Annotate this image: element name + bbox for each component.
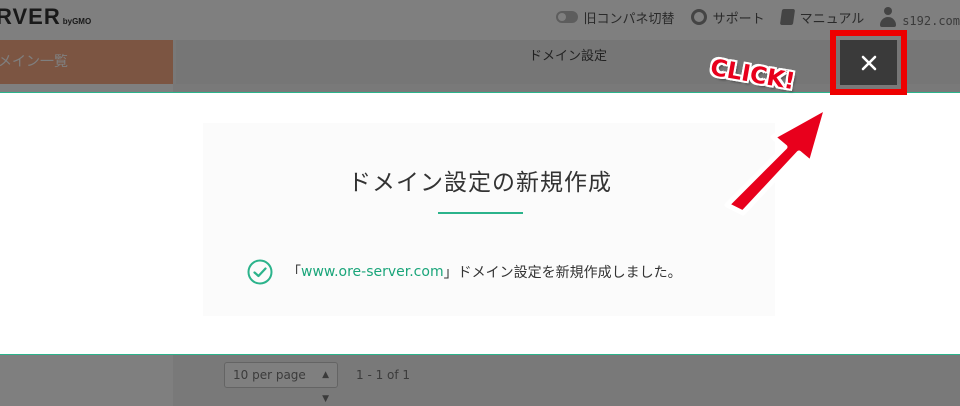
close-icon xyxy=(861,55,876,70)
modal-close-button[interactable] xyxy=(840,40,897,85)
message-suffix: 」ドメイン設定を新規作成しました。 xyxy=(443,265,682,281)
check-circle-icon xyxy=(247,259,273,285)
callout-arrow-icon xyxy=(724,104,830,216)
success-message: 「www.ore-server.com 」ドメイン設定を新規作成しました。 xyxy=(247,259,682,285)
domain-link[interactable]: www.ore-server.com xyxy=(301,264,444,280)
message-prefix: 「 xyxy=(287,265,301,281)
title-underline xyxy=(438,212,523,214)
modal-body xyxy=(203,123,775,316)
